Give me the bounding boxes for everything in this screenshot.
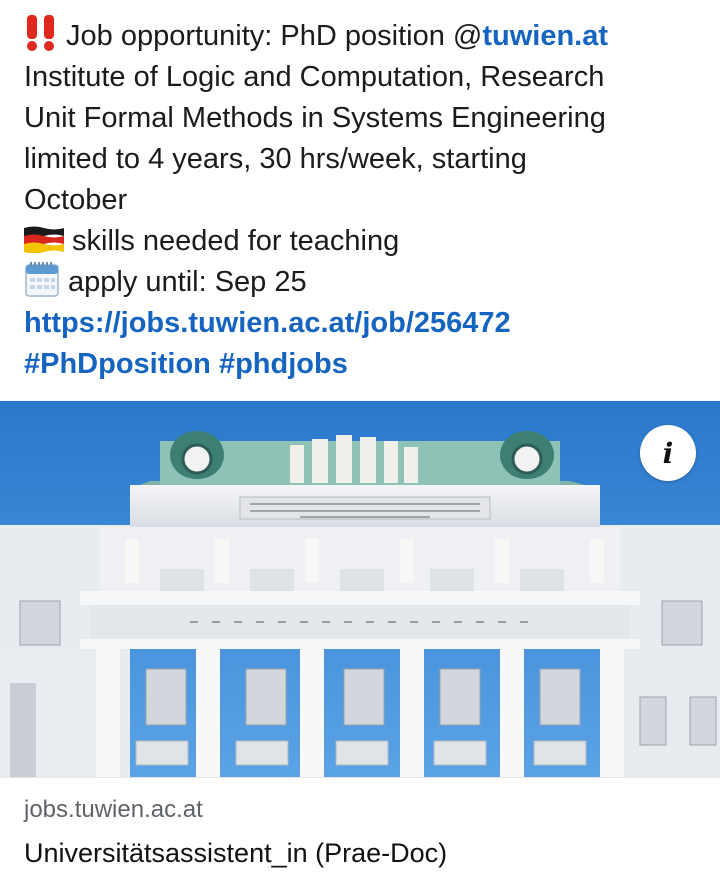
post-line-7: apply until: Sep 25 xyxy=(24,262,704,303)
hashtag-phdposition[interactable]: #PhDposition xyxy=(24,348,211,380)
teaching-skills-text: skills needed for teaching xyxy=(72,225,400,257)
hashtags: #PhDposition #phdjobs xyxy=(24,344,704,385)
post-line-4: limited to 4 years, 30 hrs/week, startin… xyxy=(24,143,527,175)
mention-link[interactable]: tuwien.at xyxy=(482,20,608,52)
card-title: Universitätsassistent_in (Prae-Doc) xyxy=(24,838,448,868)
info-button[interactable]: i xyxy=(640,425,696,481)
post-line-2: Institute of Logic and Computation, Rese… xyxy=(24,61,605,93)
card-meta[interactable]: jobs.tuwien.ac.at Universitätsassistent_… xyxy=(0,777,720,881)
hashtag-phdjobs[interactable]: #phdjobs xyxy=(219,348,348,380)
post-line-1: Job opportunity: PhD position @tuwien.at xyxy=(24,15,704,57)
post-line-6: skills needed for teaching xyxy=(24,221,704,262)
post-text: Job opportunity: PhD position @tuwien.at… xyxy=(24,15,704,385)
apply-deadline-text: apply until: Sep 25 xyxy=(68,266,307,298)
post-line-3: Unit Formal Methods in Systems Engineeri… xyxy=(24,102,606,134)
link-preview-card[interactable]: i jobs.tuwien.ac.at Universitätsassisten… xyxy=(0,401,720,881)
job-url-link[interactable]: https://jobs.tuwien.ac.at/job/256472 xyxy=(24,303,704,344)
post-line-5: October xyxy=(24,184,128,216)
german-flag-icon xyxy=(24,226,64,254)
calendar-icon xyxy=(25,262,59,298)
job-opportunity-text: Job opportunity: PhD position @ xyxy=(66,20,483,52)
double-exclamation-icon xyxy=(27,15,54,52)
card-domain: jobs.tuwien.ac.at xyxy=(24,796,203,823)
tu-wien-building-image[interactable]: i xyxy=(0,401,720,777)
info-icon: i xyxy=(662,436,674,470)
